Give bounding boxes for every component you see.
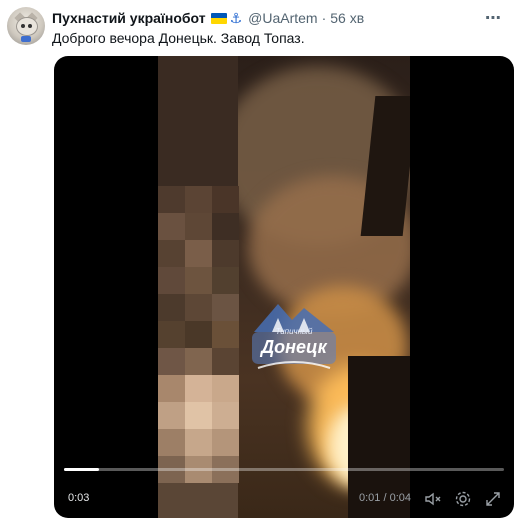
avatar[interactable] xyxy=(7,7,45,45)
watermark-line1: Типичный xyxy=(275,327,313,336)
watermark-logo: Типичный Донецк xyxy=(248,296,340,376)
more-options-icon[interactable]: ⋯ xyxy=(485,8,502,28)
author-handle[interactable]: @UaArtem xyxy=(248,10,317,26)
ukraine-flag-icon xyxy=(210,12,227,24)
avatar-cat-face xyxy=(16,17,38,36)
fullscreen-icon[interactable] xyxy=(482,488,504,510)
watermark-line2: Донецк xyxy=(261,337,327,357)
current-time: 0:03 xyxy=(68,492,90,504)
avatar-eye xyxy=(28,24,32,28)
pixelated-region xyxy=(158,56,239,518)
tweet-header: Пухнастий українобот ⚓ @UaArtem · 56 хв xyxy=(52,8,364,28)
avatar-tag xyxy=(21,36,31,42)
video-frame: Типичный Донецк xyxy=(158,56,410,518)
tweet: Пухнастий українобот ⚓ @UaArtem · 56 хв … xyxy=(0,0,516,527)
mute-icon[interactable] xyxy=(422,488,444,510)
video-controls: 0:03 0:01 / 0:04 xyxy=(54,468,514,518)
video-player[interactable]: Типичный Донецк 0:03 0:01 / 0:04 xyxy=(54,56,514,518)
anchor-icon: ⚓ xyxy=(229,9,243,26)
avatar-eye xyxy=(21,24,25,28)
settings-icon[interactable] xyxy=(452,488,474,510)
separator-dot: · xyxy=(321,10,327,26)
duration: 0:01 / 0:04 xyxy=(359,492,411,504)
progress-fill xyxy=(64,468,100,471)
tweet-text: Доброго вечора Донецьк. Завод Топаз. xyxy=(52,30,305,46)
author-name[interactable]: Пухнастий українобот xyxy=(52,10,206,26)
progress-bar[interactable] xyxy=(64,468,504,471)
timestamp[interactable]: 56 хв xyxy=(330,10,364,26)
